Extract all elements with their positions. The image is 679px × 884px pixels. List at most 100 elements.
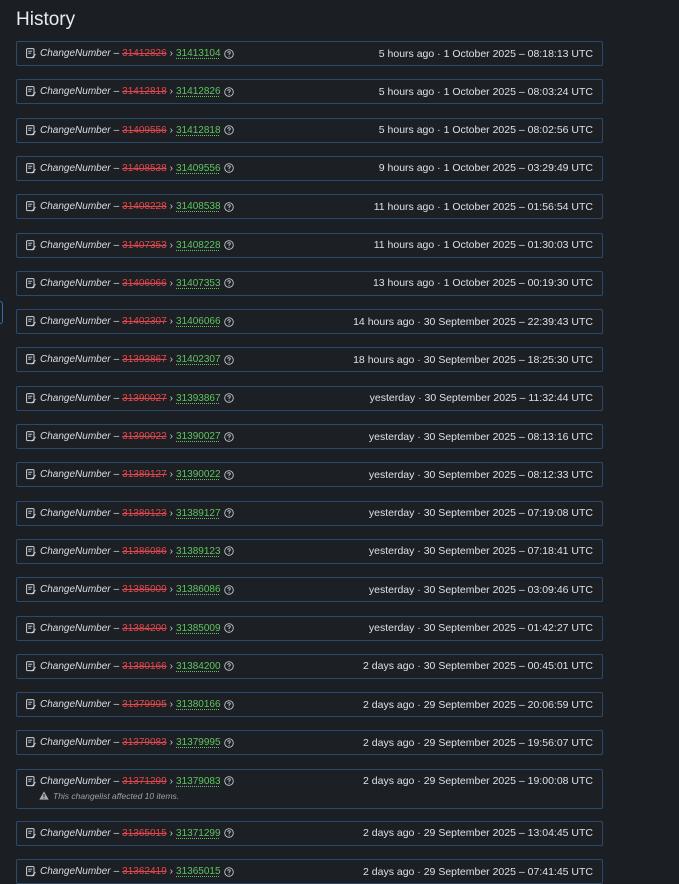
field-name: ChangeNumber [40, 201, 111, 213]
new-value-link[interactable]: 31389123 [176, 546, 221, 557]
new-value-link[interactable]: 31408228 [176, 240, 221, 251]
timestamp: 2 days ago · 29 September 2025 – 13:04:4… [363, 827, 593, 840]
new-value-link[interactable]: 31390022 [176, 469, 221, 480]
history-entry: ChangeNumber – 31362419 › 31365015 2 day… [16, 859, 603, 884]
timestamp: yesterday · 30 September 2025 – 07:19:08… [368, 507, 593, 520]
new-value-link[interactable]: 31384200 [176, 661, 221, 672]
info-circle-icon[interactable] [223, 163, 234, 174]
history-entry: ChangeNumber – 31390022 › 31390027 yeste… [16, 424, 603, 449]
separator-dash: – [113, 584, 120, 596]
separator-dash: – [113, 277, 120, 289]
old-value: 31379995 [122, 699, 167, 711]
info-circle-icon[interactable] [223, 470, 234, 480]
info-circle-icon[interactable] [223, 87, 234, 97]
new-value-link[interactable]: 31386086 [176, 584, 221, 595]
field-name: ChangeNumber [40, 431, 111, 442]
timestamp: 18 hours ago · 30 September 2025 – 18:25… [353, 353, 593, 366]
info-circle-icon[interactable] [223, 278, 234, 289]
new-value-link[interactable]: 31380166 [176, 699, 221, 710]
warning-triangle-icon [39, 791, 49, 800]
history-entry: ChangeNumber – 31389127 › 31390022 yeste… [16, 462, 603, 488]
history-entry: ChangeNumber – 31385009 › 31386086 yeste… [16, 577, 603, 603]
new-value-link[interactable]: 31371299 [176, 828, 221, 839]
timestamp: 2 days ago · 29 September 2025 – 20:06:5… [363, 698, 593, 711]
new-value-link[interactable]: 31413104 [176, 48, 221, 59]
chevron-right-icon: › [169, 737, 174, 749]
separator-dash: – [113, 866, 120, 877]
new-value-link[interactable]: 31390027 [176, 431, 221, 442]
new-value-link[interactable]: 31412826 [176, 86, 221, 97]
history-entry: ChangeNumber – 31386086 › 31389123 yeste… [16, 538, 603, 564]
separator-dash: – [113, 239, 120, 251]
field-name: ChangeNumber [40, 660, 111, 672]
old-value: 31390022 [122, 431, 167, 442]
doc-edit-icon [26, 277, 36, 289]
field-name: ChangeNumber [40, 737, 111, 749]
old-value: 31409556 [122, 124, 167, 136]
timestamp: yesterday · 30 September 2025 – 08:13:16… [368, 430, 593, 443]
info-circle-icon[interactable] [223, 240, 234, 250]
new-value-link[interactable]: 31379995 [176, 737, 221, 748]
info-circle-icon[interactable] [223, 828, 234, 838]
info-circle-icon[interactable] [223, 738, 234, 748]
info-circle-icon[interactable] [223, 866, 234, 877]
info-circle-icon[interactable] [223, 661, 234, 672]
new-value-link[interactable]: 31389127 [176, 508, 221, 519]
info-circle-icon[interactable] [223, 584, 234, 595]
separator-dash: – [113, 124, 120, 136]
new-value-link[interactable]: 31402307 [176, 354, 221, 365]
new-value-link[interactable]: 31407353 [176, 278, 221, 289]
new-value-link[interactable]: 31412818 [176, 125, 221, 136]
doc-edit-icon [26, 737, 36, 748]
new-value-link[interactable]: 31409556 [176, 163, 221, 174]
field-name: ChangeNumber [40, 827, 111, 839]
doc-edit-icon [26, 48, 36, 59]
history-entry: ChangeNumber – 31393867 › 31402307 18 ho… [16, 347, 603, 373]
info-circle-icon[interactable] [223, 316, 234, 327]
info-circle-icon[interactable] [223, 393, 234, 403]
field-name: ChangeNumber [40, 584, 111, 596]
chevron-right-icon: › [169, 392, 174, 404]
separator-dash: – [113, 660, 120, 672]
new-value-link[interactable]: 31385009 [176, 623, 221, 634]
old-value: 31371299 [122, 775, 167, 787]
separator-dash: – [113, 431, 120, 442]
new-value-link[interactable]: 31406066 [176, 316, 221, 327]
info-circle-icon[interactable] [223, 125, 234, 135]
info-circle-icon[interactable] [223, 431, 234, 442]
history-entry: ChangeNumber – 31412826 › 31413104 5 hou… [16, 41, 603, 66]
timestamp: yesterday · 30 September 2025 – 08:12:33… [368, 468, 593, 481]
field-name: ChangeNumber [40, 86, 111, 98]
doc-edit-icon [26, 545, 36, 557]
old-value: 31412826 [122, 48, 167, 59]
scroll-edge-marker [0, 301, 3, 324]
separator-dash: – [113, 737, 120, 749]
info-circle-icon[interactable] [223, 355, 234, 365]
separator-dash: – [113, 775, 120, 787]
doc-edit-icon [26, 431, 36, 442]
timestamp: 2 days ago · 29 September 2025 – 07:41:4… [363, 865, 593, 878]
info-circle-icon[interactable] [223, 546, 234, 557]
field-name: ChangeNumber [40, 392, 111, 404]
timestamp: 5 hours ago · 1 October 2025 – 08:18:13 … [378, 47, 593, 60]
new-value-link[interactable]: 31379083 [176, 776, 221, 787]
old-value: 31406066 [122, 277, 167, 289]
info-circle-icon[interactable] [223, 623, 234, 633]
history-entry: ChangeNumber – 31390027 › 31393867 yeste… [16, 385, 603, 411]
info-circle-icon[interactable] [223, 201, 234, 212]
old-value: 31389127 [122, 469, 167, 481]
info-circle-icon[interactable] [223, 699, 234, 710]
info-circle-icon[interactable] [223, 776, 234, 786]
timestamp: 5 hours ago · 1 October 2025 – 08:03:24 … [378, 85, 593, 98]
chevron-right-icon: › [169, 239, 174, 251]
info-circle-icon[interactable] [223, 508, 234, 518]
new-value-link[interactable]: 31408538 [176, 201, 221, 212]
field-name: ChangeNumber [40, 162, 111, 174]
separator-dash: – [113, 162, 120, 174]
new-value-link[interactable]: 31365015 [176, 866, 221, 877]
old-value: 31365015 [122, 827, 167, 839]
info-circle-icon[interactable] [223, 48, 234, 59]
new-value-link[interactable]: 31393867 [176, 393, 221, 404]
separator-dash: – [113, 545, 120, 557]
field-name: ChangeNumber [40, 775, 111, 787]
